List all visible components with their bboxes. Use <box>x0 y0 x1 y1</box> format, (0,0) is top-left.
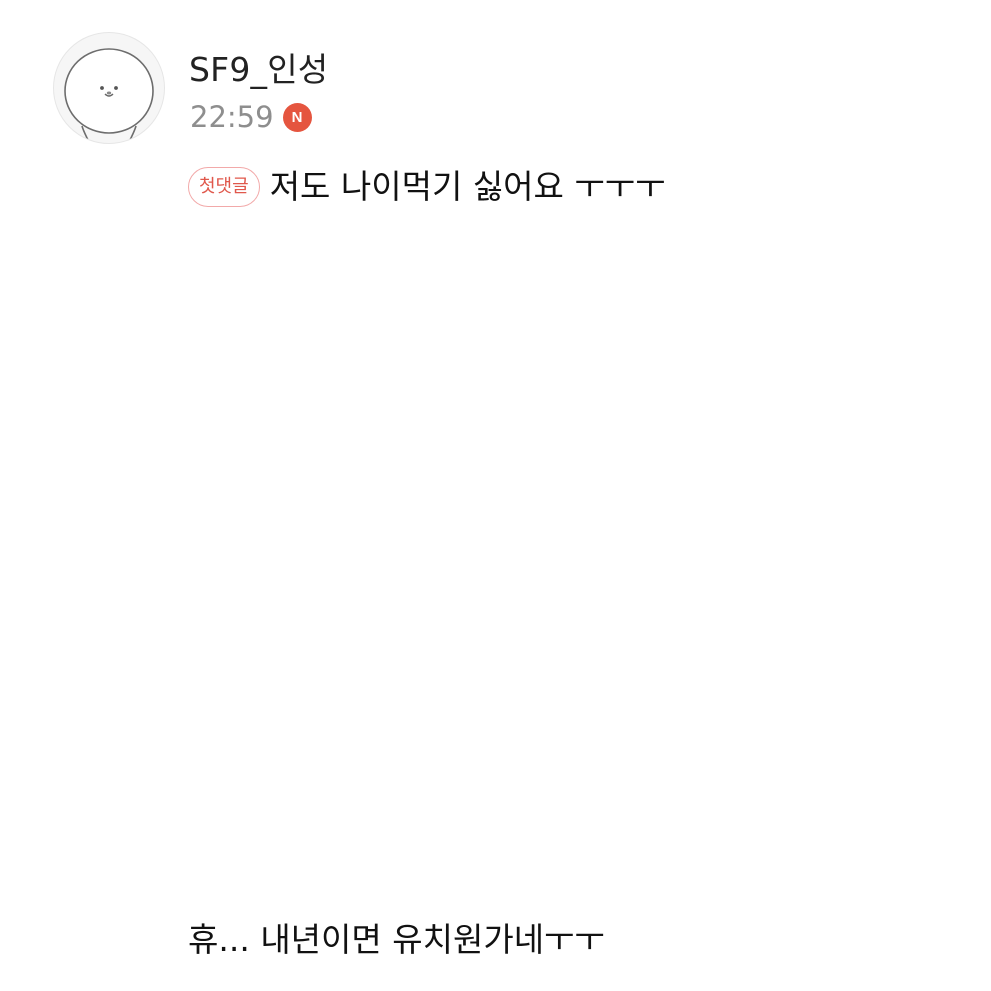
comment-body: 첫댓글 저도 나이먹기 싫어요 ㅜㅜㅜ <box>188 164 665 210</box>
new-badge: N <box>282 102 312 132</box>
avatar[interactable] <box>53 32 165 144</box>
username[interactable]: SF9_인성 <box>189 50 328 90</box>
comment-text: 저도 나이먹기 싫어요 ㅜㅜㅜ <box>269 167 666 206</box>
comment-meta: 22:59 N <box>190 99 312 135</box>
first-comment-badge: 첫댓글 <box>188 167 260 207</box>
cartoon-face-avatar-icon <box>64 48 154 143</box>
timestamp: 22:59 <box>190 100 274 134</box>
caption-text: 휴... 내년이면 유치원가네ㅜㅜ <box>188 920 605 959</box>
